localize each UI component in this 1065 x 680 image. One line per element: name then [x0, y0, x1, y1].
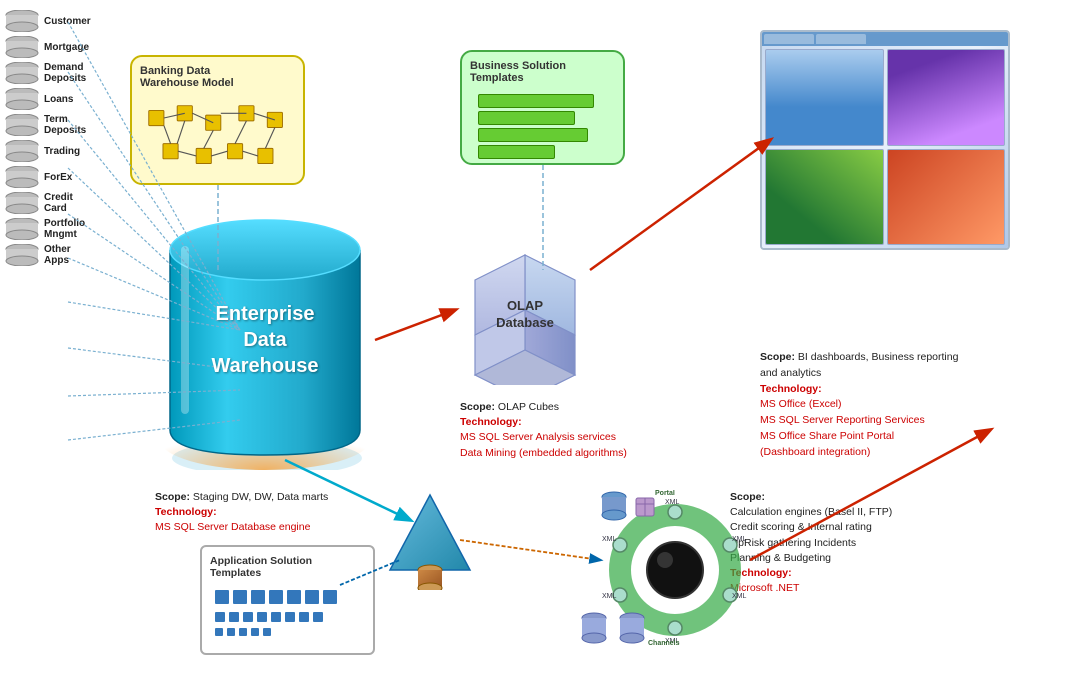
svg-text:XML: XML: [732, 536, 747, 543]
bottom-db-icons: [580, 610, 646, 648]
banking-box: Banking Data Warehouse Model: [130, 55, 305, 185]
scope-edw-tech-val: MS SQL Server Database engine: [155, 521, 310, 533]
datasource-label-term-deposits: Term Deposits: [44, 114, 94, 136]
datasource-label-other-apps: Other Apps: [44, 244, 94, 266]
datasource-label-mortgage: Mortgage: [44, 42, 94, 53]
datasource-customer: Customer: [4, 10, 94, 32]
screenshot-chart3: [765, 149, 884, 246]
scope-bi: Scope: BI dashboards, Business reporting…: [760, 350, 1000, 460]
datasource-label-trading: Trading: [44, 146, 94, 157]
datasource-label-customer: Customer: [44, 16, 94, 27]
scope-olap-tech-label: Technology:: [460, 416, 522, 428]
screenshot-tab-2: [816, 34, 866, 44]
bst-box: Business Solution Templates: [460, 50, 625, 165]
scope-bi-val-1: MS Office (Excel): [760, 398, 842, 410]
scope-olap-text: OLAP Cubes: [495, 401, 559, 413]
scope-bi-val-2: MS SQL Server Reporting Services: [760, 414, 925, 426]
datasource-credit-card: Credit Card: [4, 192, 94, 214]
screenshot-inner: [762, 32, 1008, 248]
bi-screenshot: [760, 30, 1010, 250]
screenshot-chart2: [887, 49, 1006, 146]
screenshot-tab-1: [764, 34, 814, 44]
scope-olap-tech-val: MS SQL Server Analysis services Data Min…: [460, 431, 627, 458]
scope-bi-val-3: MS Office Share Point Portal(Dashboard i…: [760, 430, 894, 458]
datasource-other-apps: Other Apps: [4, 244, 94, 266]
datasource-label-demand-deposits: Demand Deposits: [44, 62, 94, 84]
datasource-loans: Loans: [4, 88, 94, 110]
edw-container: Enterprise Data Warehouse: [155, 210, 375, 470]
scope-olap-label: Scope:: [460, 401, 495, 413]
screenshot-tab-bar: [762, 32, 1008, 46]
datasource-term-deposits: Term Deposits: [4, 114, 94, 136]
bst-stack-bars: [470, 90, 615, 163]
datasource-label-portfolio-mngmt: Portfolio Mngmt: [44, 218, 94, 240]
screenshot-content: [762, 46, 1008, 248]
db-icons: [600, 490, 656, 525]
scope-edw-label: Scope:: [155, 491, 190, 503]
scope-bi-tech-label: Technology:: [760, 383, 822, 395]
svg-text:XML: XML: [665, 499, 680, 506]
datasource-mortgage: Mortgage: [4, 36, 94, 58]
datasource-demand-deposits: Demand Deposits: [4, 62, 94, 84]
svg-text:Channels: Channels: [648, 640, 680, 647]
ast-box: Application Solution Templates: [200, 545, 375, 655]
datasource-label-loans: Loans: [44, 94, 94, 105]
scope-olap: Scope: OLAP Cubes Technology: MS SQL Ser…: [460, 400, 680, 461]
bst-box-title: Business Solution Templates: [470, 60, 615, 84]
datasource-label-credit-card: Credit Card: [44, 192, 94, 214]
datasource-forex: ForEx: [4, 166, 94, 188]
screenshot-chart4: [887, 149, 1006, 246]
svg-text:Portal: Portal: [655, 490, 675, 497]
svg-text:XML: XML: [602, 593, 617, 600]
svg-text:XML: XML: [602, 536, 617, 543]
ast-icons: [210, 585, 365, 640]
olap-container: OLAP Database: [460, 245, 590, 385]
banking-box-title: Banking Data Warehouse Model: [140, 65, 295, 89]
ast-box-title: Application Solution Templates: [210, 555, 365, 579]
svg-text:XML: XML: [732, 593, 747, 600]
scope-edw-tech-label: Technology:: [155, 506, 217, 518]
screenshot-chart1: [765, 49, 884, 146]
scope-bi-label: Scope:: [760, 351, 795, 363]
datasource-portfolio-mngmt: Portfolio Mngmt: [4, 218, 94, 240]
scope-calc: Scope: Calculation engines (Basel II, FT…: [730, 490, 990, 597]
scope-calc-item2: Credit scoring & Internal rating: [730, 521, 872, 533]
datasource-trading: Trading: [4, 140, 94, 162]
scope-edw: Scope: Staging DW, DW, Data marts Techno…: [155, 490, 355, 536]
datasources-panel: Customer Mortgage Demand Deposits Loans: [0, 0, 98, 276]
etl-pyramid: [385, 490, 475, 590]
scope-calc-item1: Calculation engines (Basel II, FTP): [730, 506, 892, 518]
scope-edw-text: Staging DW, DW, Data marts: [190, 491, 328, 503]
banking-nodes-diagram: [140, 95, 295, 178]
datasource-label-forex: ForEx: [44, 172, 94, 183]
